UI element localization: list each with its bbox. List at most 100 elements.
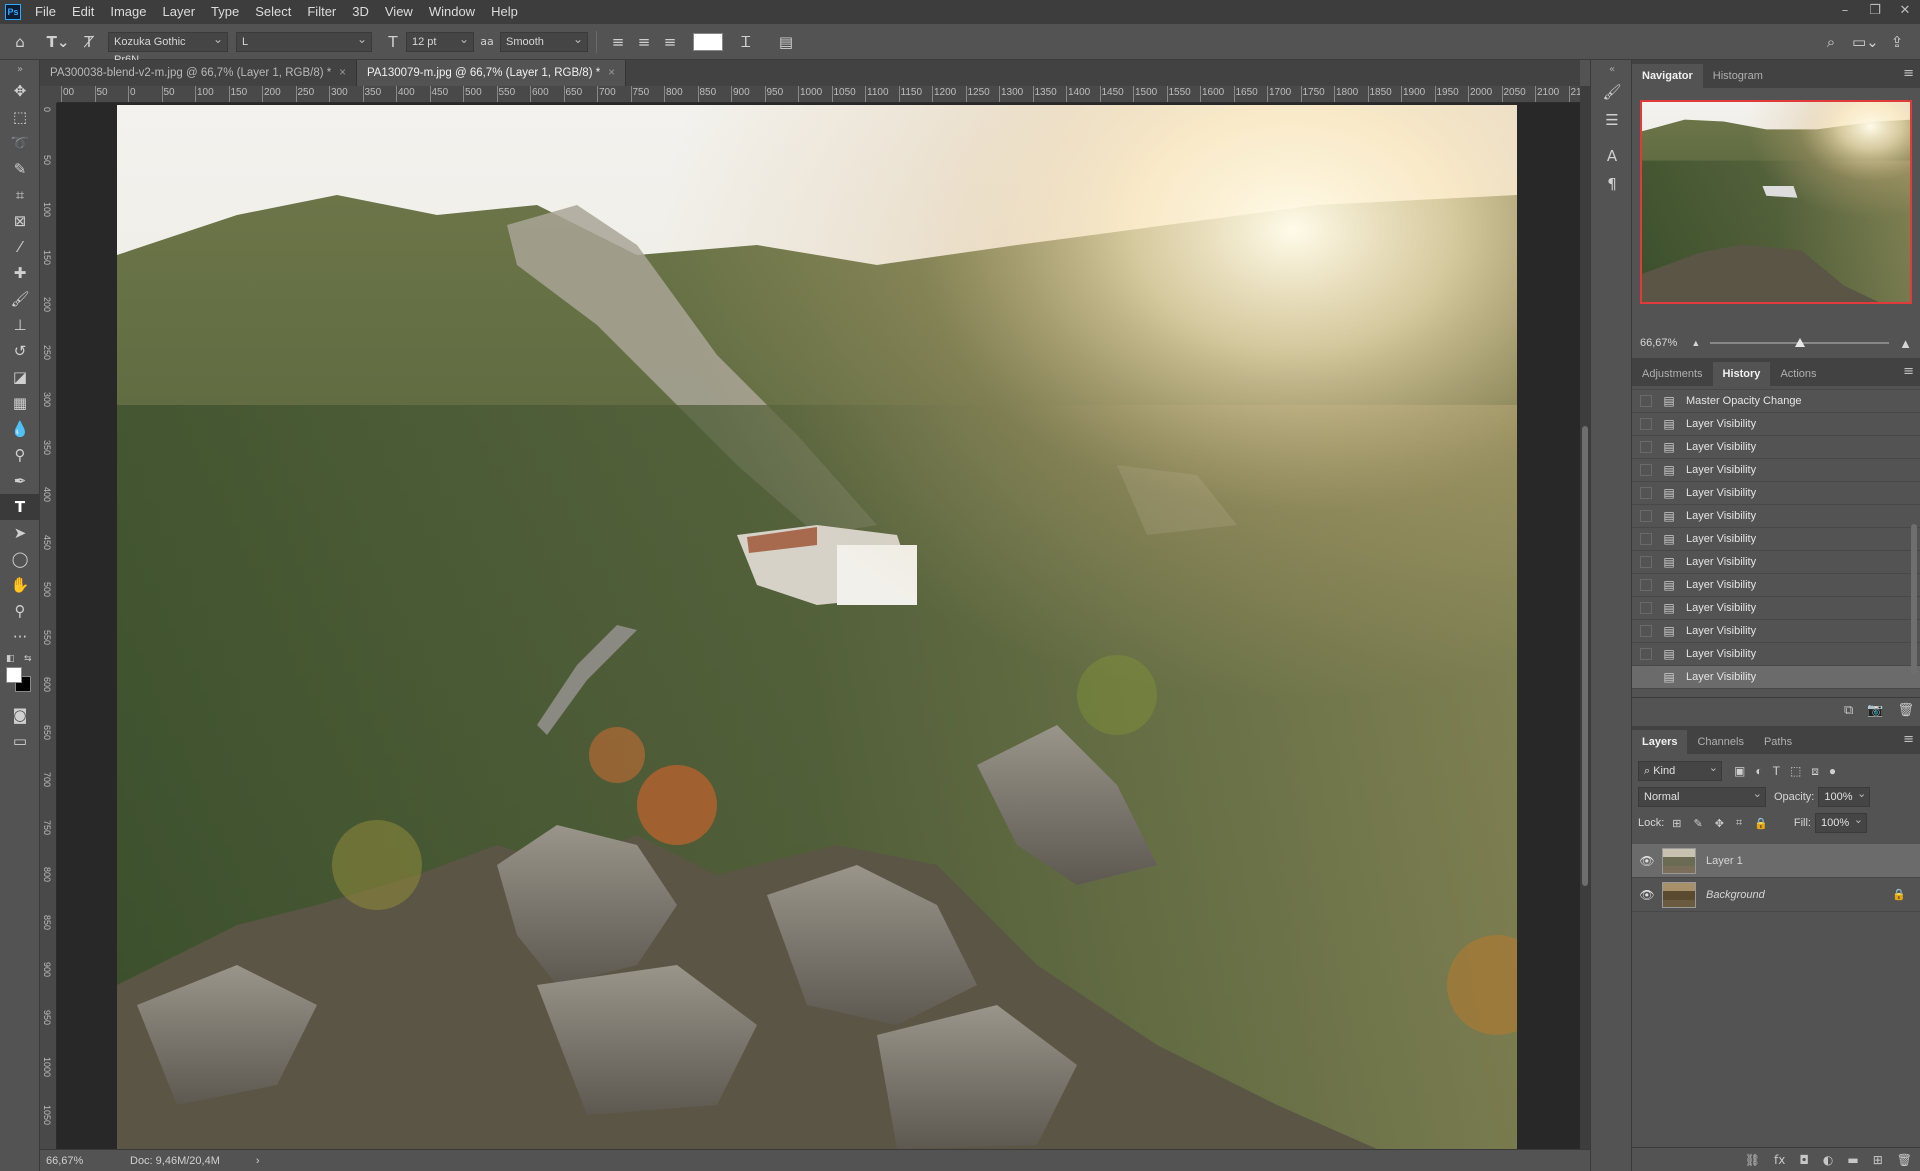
- tab-actions[interactable]: Actions: [1770, 362, 1826, 386]
- zoom-slider[interactable]: [1710, 338, 1890, 347]
- character-panel-icon[interactable]: ▤: [773, 33, 799, 51]
- menu-select[interactable]: Select: [247, 0, 299, 24]
- history-item[interactable]: ▤ Layer Visibility: [1632, 643, 1920, 666]
- history-item[interactable]: ▤ Layer Visibility: [1632, 505, 1920, 528]
- adjustment-layer-icon[interactable]: ◐: [1823, 1153, 1833, 1167]
- properties-icon[interactable]: ☰: [1591, 106, 1633, 134]
- vertical-ruler[interactable]: 0 50 100 150 200 250 300 350 400 450 500 550 600 650 7…: [40, 103, 57, 1149]
- close-tab-icon[interactable]: ×: [339, 67, 346, 79]
- minimize-button[interactable]: –: [1830, 0, 1860, 24]
- canvas-area[interactable]: [57, 103, 1580, 1149]
- text-color-swatch[interactable]: [693, 32, 723, 51]
- lasso-tool-icon[interactable]: ➰: [0, 130, 40, 156]
- history-item[interactable]: ▤ Layer Visibility: [1632, 620, 1920, 643]
- blur-tool-icon[interactable]: 💧: [0, 416, 40, 442]
- history-item[interactable]: ▤ Layer Visibility: [1632, 551, 1920, 574]
- lock-image-icon[interactable]: ✎: [1694, 817, 1703, 830]
- clone-stamp-tool-icon[interactable]: ⊥: [0, 312, 40, 338]
- move-tool-icon[interactable]: ✥: [0, 78, 40, 104]
- brush-settings-icon[interactable]: 🖌: [1591, 78, 1633, 106]
- history-brush-source-checkbox[interactable]: [1640, 533, 1652, 545]
- font-style-select[interactable]: L: [236, 30, 372, 52]
- history-item[interactable]: ▤ Layer Visibility: [1632, 528, 1920, 551]
- history-brush-tool-icon[interactable]: ↺: [0, 338, 40, 364]
- history-brush-source-checkbox[interactable]: [1640, 464, 1652, 476]
- history-item[interactable]: ▤ Layer Visibility: [1632, 597, 1920, 620]
- history-item[interactable]: ▤ Layer Visibility: [1632, 482, 1920, 505]
- font-size-select[interactable]: 12 pt: [406, 30, 474, 52]
- layer-row[interactable]: 👁 Layer 1: [1632, 844, 1920, 878]
- navigator-zoom-value[interactable]: 66,67%: [1640, 337, 1677, 349]
- marquee-tool-icon[interactable]: ⬚: [0, 104, 40, 130]
- layer-name[interactable]: Background: [1706, 889, 1765, 901]
- dodge-tool-icon[interactable]: ⚲: [0, 442, 40, 468]
- fill-field[interactable]: 100%: [1814, 811, 1867, 833]
- tab-document-1[interactable]: PA300038-blend-v2-m.jpg @ 66,7% (Layer 1…: [40, 60, 357, 86]
- panel-menu-icon[interactable]: ≡: [1903, 66, 1914, 81]
- share-icon[interactable]: ⇪: [1884, 33, 1910, 51]
- eraser-tool-icon[interactable]: ◪: [0, 364, 40, 390]
- history-brush-source-checkbox[interactable]: [1640, 625, 1652, 637]
- menu-type[interactable]: Type: [203, 0, 247, 24]
- font-family-select[interactable]: Kozuka Gothic Pr6N: [108, 30, 228, 66]
- menu-edit[interactable]: Edit: [64, 0, 102, 24]
- navigator-preview[interactable]: [1640, 100, 1912, 304]
- history-brush-source-checkbox[interactable]: [1640, 602, 1652, 614]
- panel-menu-icon[interactable]: ≡: [1903, 732, 1914, 747]
- warp-text-icon[interactable]: Ꮖ: [733, 33, 759, 51]
- antialias-select[interactable]: Smooth: [500, 30, 588, 52]
- tab-history[interactable]: History: [1712, 362, 1771, 386]
- zoom-in-icon[interactable]: ▲: [1899, 336, 1912, 351]
- path-selection-tool-icon[interactable]: ➤: [0, 520, 40, 546]
- crop-tool-icon[interactable]: ⌗: [0, 182, 40, 208]
- scrollbar-thumb[interactable]: [1911, 524, 1917, 674]
- menu-file[interactable]: File: [27, 0, 64, 24]
- menu-layer[interactable]: Layer: [155, 0, 204, 24]
- tab-navigator[interactable]: Navigator: [1632, 64, 1703, 88]
- vertical-scrollbar[interactable]: [1580, 86, 1590, 1149]
- search-icon[interactable]: ⌕: [1818, 33, 1844, 51]
- new-group-icon[interactable]: ▬: [1847, 1153, 1858, 1167]
- history-brush-source-checkbox[interactable]: [1640, 556, 1652, 568]
- workspace-icon[interactable]: ▭⌄: [1852, 33, 1879, 51]
- menu-image[interactable]: Image: [102, 0, 154, 24]
- restore-button[interactable]: ❐: [1860, 0, 1890, 24]
- filter-toggle-icon[interactable]: ●: [1829, 764, 1836, 779]
- tab-histogram[interactable]: Histogram: [1703, 64, 1773, 88]
- new-snapshot-icon[interactable]: 📷: [1867, 703, 1883, 718]
- menu-filter[interactable]: Filter: [299, 0, 344, 24]
- history-brush-source-checkbox[interactable]: [1640, 648, 1652, 660]
- layer-row[interactable]: 👁 Background 🔒: [1632, 878, 1920, 912]
- new-layer-icon[interactable]: ⊞: [1873, 1153, 1883, 1167]
- hand-tool-icon[interactable]: ✋: [0, 572, 40, 598]
- align-left-icon[interactable]: ≡: [605, 33, 631, 51]
- status-menu-arrow[interactable]: ›: [256, 1155, 260, 1167]
- collapse-toolbar-icon[interactable]: »: [0, 60, 40, 78]
- history-brush-source-checkbox[interactable]: [1640, 671, 1652, 683]
- menu-view[interactable]: View: [377, 0, 421, 24]
- blend-mode-select[interactable]: Normal: [1638, 785, 1766, 807]
- layer-name[interactable]: Layer 1: [1706, 855, 1743, 867]
- menu-help[interactable]: Help: [483, 0, 526, 24]
- home-icon[interactable]: ⌂: [0, 33, 40, 51]
- layer-filter-select[interactable]: ⌕ Kind: [1638, 759, 1722, 781]
- tab-document-2[interactable]: PA130079-m.jpg @ 66,7% (Layer 1, RGB/8) …: [356, 60, 626, 86]
- delete-state-icon[interactable]: 🗑: [1897, 703, 1914, 718]
- history-brush-source-checkbox[interactable]: [1640, 487, 1652, 499]
- history-item[interactable]: ▤ Master Opacity Change: [1632, 390, 1920, 413]
- close-button[interactable]: ✕: [1890, 0, 1920, 24]
- character-panel-icon[interactable]: A: [1591, 142, 1633, 170]
- delete-layer-icon[interactable]: 🗑: [1897, 1153, 1912, 1167]
- lock-position-icon[interactable]: ✥: [1715, 817, 1724, 830]
- paragraph-panel-icon[interactable]: ¶: [1591, 170, 1633, 198]
- eyedropper-tool-icon[interactable]: ⁄: [0, 234, 40, 260]
- ellipse-tool-icon[interactable]: ◯: [0, 546, 40, 572]
- document-image[interactable]: [117, 105, 1517, 1149]
- history-item[interactable]: ▤ Layer Visibility: [1632, 413, 1920, 436]
- zoom-out-icon[interactable]: ▲: [1691, 338, 1700, 348]
- scrollbar-thumb[interactable]: [1582, 426, 1588, 886]
- history-brush-source-checkbox[interactable]: [1640, 418, 1652, 430]
- default-colors-icon[interactable]: ◧: [6, 654, 15, 664]
- layer-style-icon[interactable]: fx: [1774, 1153, 1785, 1167]
- horizontal-ruler[interactable]: 00 50 0 50 100 150 200 250 300 350 400 450 500 550 600…: [57, 86, 1580, 103]
